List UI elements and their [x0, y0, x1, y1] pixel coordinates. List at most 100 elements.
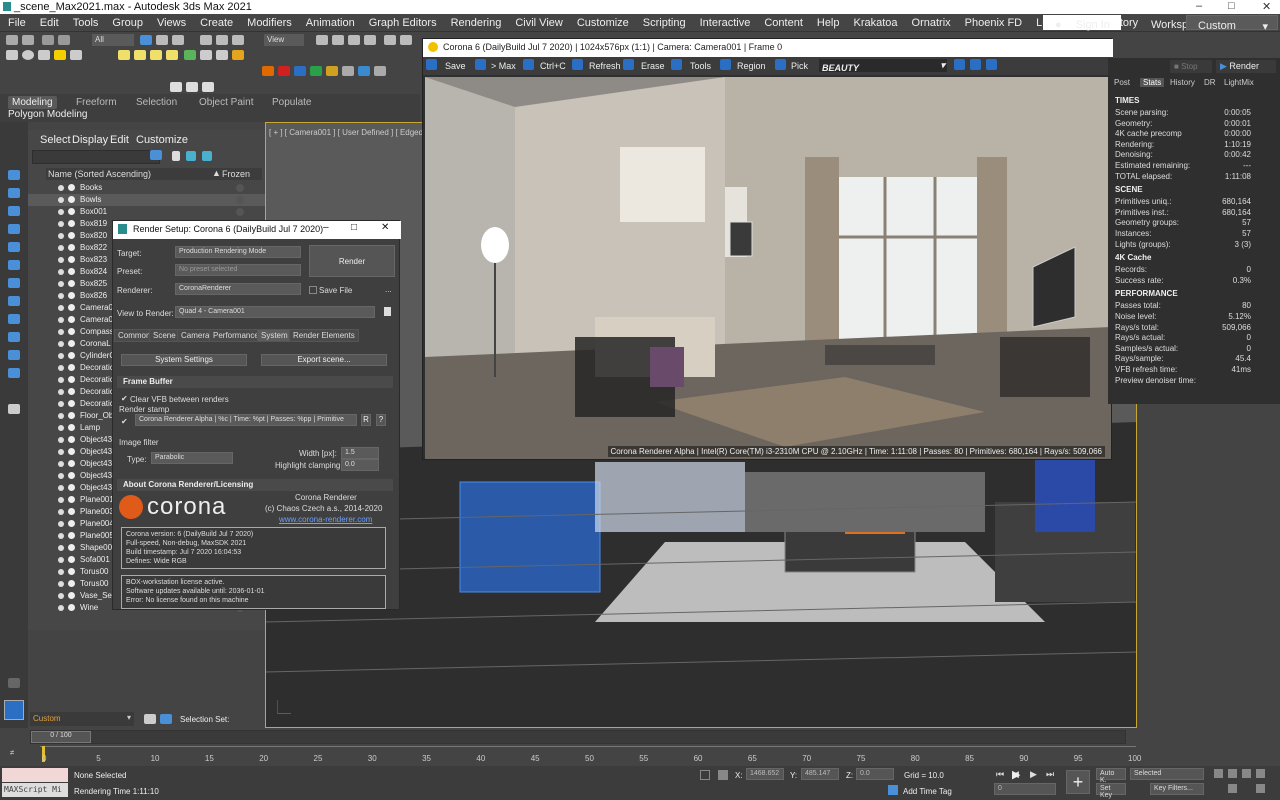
visibility-eye-icon[interactable]: [58, 473, 64, 479]
set-key-button[interactable]: Set Key: [1096, 783, 1126, 799]
visibility-eye-icon[interactable]: [58, 593, 64, 599]
menu-scripting[interactable]: Scripting: [635, 14, 692, 29]
play-icon[interactable]: [170, 82, 182, 92]
scene-list-item[interactable]: Box001: [28, 206, 265, 218]
tab-history[interactable]: History: [1170, 78, 1195, 87]
maxscript-input[interactable]: MAXScript Mi: [2, 783, 68, 797]
hierarchy-icon[interactable]: [8, 206, 20, 216]
render-toggle-icon[interactable]: [68, 280, 75, 287]
scene-explorer-icon[interactable]: [118, 50, 130, 60]
groups-filter-icon[interactable]: [8, 332, 20, 342]
bones-filter-icon[interactable]: [8, 368, 20, 378]
tab-dr[interactable]: DR: [1204, 78, 1216, 87]
move-icon[interactable]: [200, 35, 212, 45]
visibility-eye-icon[interactable]: [58, 497, 64, 503]
close-icon[interactable]: ✕: [381, 222, 389, 233]
visibility-eye-icon[interactable]: [58, 545, 64, 551]
tab-freeform[interactable]: Freeform: [72, 96, 121, 109]
visibility-eye-icon[interactable]: [58, 305, 64, 311]
time-tag-icon[interactable]: [888, 785, 898, 795]
pick-icon[interactable]: [775, 59, 786, 70]
display-mode-icon[interactable]: [8, 188, 20, 198]
align-icon[interactable]: [400, 35, 412, 45]
render-toggle-icon[interactable]: [68, 424, 75, 431]
menu-customize[interactable]: Customize: [569, 14, 635, 29]
snaps-icon[interactable]: [332, 35, 344, 45]
spacewarps-filter-icon[interactable]: [8, 314, 20, 324]
save-file-checkbox[interactable]: [309, 286, 317, 294]
next-key-icon[interactable]: ▶: [1030, 769, 1037, 780]
create-box-icon[interactable]: [6, 50, 18, 60]
pan-icon[interactable]: [1256, 769, 1265, 778]
time-config-icon[interactable]: [1228, 769, 1237, 778]
visibility-eye-icon[interactable]: [58, 557, 64, 563]
refresh-icon[interactable]: [572, 59, 583, 70]
filter-icon[interactable]: [150, 150, 162, 160]
cameras-filter-icon[interactable]: [8, 278, 20, 288]
menu-rendering[interactable]: Rendering: [443, 14, 508, 29]
visibility-eye-icon[interactable]: [58, 389, 64, 395]
add-time-tag[interactable]: Add Time Tag: [903, 787, 952, 796]
tab-lightmix[interactable]: LightMix: [1224, 78, 1254, 87]
tab-system[interactable]: System: [257, 329, 292, 342]
corona-interactive-icon[interactable]: [310, 66, 322, 76]
manage-sets-icon[interactable]: [160, 714, 172, 724]
visibility-eye-icon[interactable]: [58, 221, 64, 227]
filter-width-spinner[interactable]: 1.5: [341, 447, 379, 459]
render-toggle-icon[interactable]: [68, 184, 75, 191]
render-toggle-icon[interactable]: [68, 520, 75, 527]
vfb-erase-button[interactable]: Erase: [641, 61, 665, 71]
more-icon[interactable]: ...: [385, 285, 392, 294]
visibility-eye-icon[interactable]: [58, 605, 64, 611]
save-icon[interactable]: [426, 59, 437, 70]
corona-r-icon[interactable]: [278, 66, 290, 76]
corona-proxy-icon[interactable]: [374, 66, 386, 76]
render-toggle-icon[interactable]: [68, 256, 75, 263]
lock-icon[interactable]: [172, 151, 180, 161]
menu-views[interactable]: Views: [149, 14, 192, 29]
menu-help[interactable]: Help: [809, 14, 846, 29]
corona-render-icon[interactable]: [262, 66, 274, 76]
set-key-plus-icon[interactable]: +: [1066, 770, 1090, 794]
tab-camera[interactable]: Camera: [177, 329, 214, 342]
undo-icon[interactable]: [6, 35, 18, 45]
x-coordinate-field[interactable]: 1468.652: [746, 768, 784, 780]
se-menu-edit[interactable]: Edit: [110, 134, 129, 146]
rendered-frame-window-icon[interactable]: [216, 50, 228, 60]
visibility-eye-icon[interactable]: [58, 413, 64, 419]
tab-performance[interactable]: Performance: [209, 329, 263, 342]
render-toggle-icon[interactable]: [68, 196, 75, 203]
visibility-eye-icon[interactable]: [58, 521, 64, 527]
tab-modeling[interactable]: Modeling: [8, 96, 57, 109]
visibility-eye-icon[interactable]: [58, 437, 64, 443]
render-setup-icon[interactable]: [200, 50, 212, 60]
visibility-eye-icon[interactable]: [58, 365, 64, 371]
render-toggle-icon[interactable]: [68, 484, 75, 491]
visibility-eye-icon[interactable]: [58, 581, 64, 587]
clear-vfb-checkbox[interactable]: ✔: [121, 394, 128, 403]
visibility-eye-icon[interactable]: [58, 449, 64, 455]
next-frame-icon[interactable]: [202, 82, 214, 92]
viewport-label[interactable]: [ + ] [ Camera001 ] [ User Defined ] [ E…: [269, 128, 443, 137]
render-toggle-icon[interactable]: [68, 364, 75, 371]
visibility-eye-icon[interactable]: [58, 317, 64, 323]
filter-type-dropdown[interactable]: Parabolic: [151, 452, 233, 464]
menu-graph-editors[interactable]: Graph Editors: [361, 14, 443, 29]
schematic-view-icon[interactable]: [166, 50, 178, 60]
render-stamp-field[interactable]: Corona Renderer Alpha | %c | Time: %pt |…: [135, 414, 357, 426]
geometry-filter-icon[interactable]: [8, 224, 20, 234]
menu-group[interactable]: Group: [104, 14, 149, 29]
render-toggle-icon[interactable]: [68, 316, 75, 323]
tools-icon[interactable]: [671, 59, 682, 70]
zoom-fit-icon[interactable]: [986, 59, 997, 70]
scene-list-header[interactable]: Name (Sorted Ascending) ▲ Frozen: [46, 168, 262, 180]
freeze-toggle-icon[interactable]: [236, 208, 244, 216]
maximize-viewport-icon[interactable]: [1256, 784, 1265, 793]
visibility-eye-icon[interactable]: [58, 341, 64, 347]
selection-filter-dropdown[interactable]: All: [92, 34, 134, 46]
maximize-icon[interactable]: □: [351, 222, 357, 233]
to-max-icon[interactable]: [475, 59, 486, 70]
menu-krakatoa[interactable]: Krakatoa: [846, 14, 904, 29]
region-icon[interactable]: [720, 59, 731, 70]
key-filters-button[interactable]: Key Filters...: [1150, 783, 1204, 795]
